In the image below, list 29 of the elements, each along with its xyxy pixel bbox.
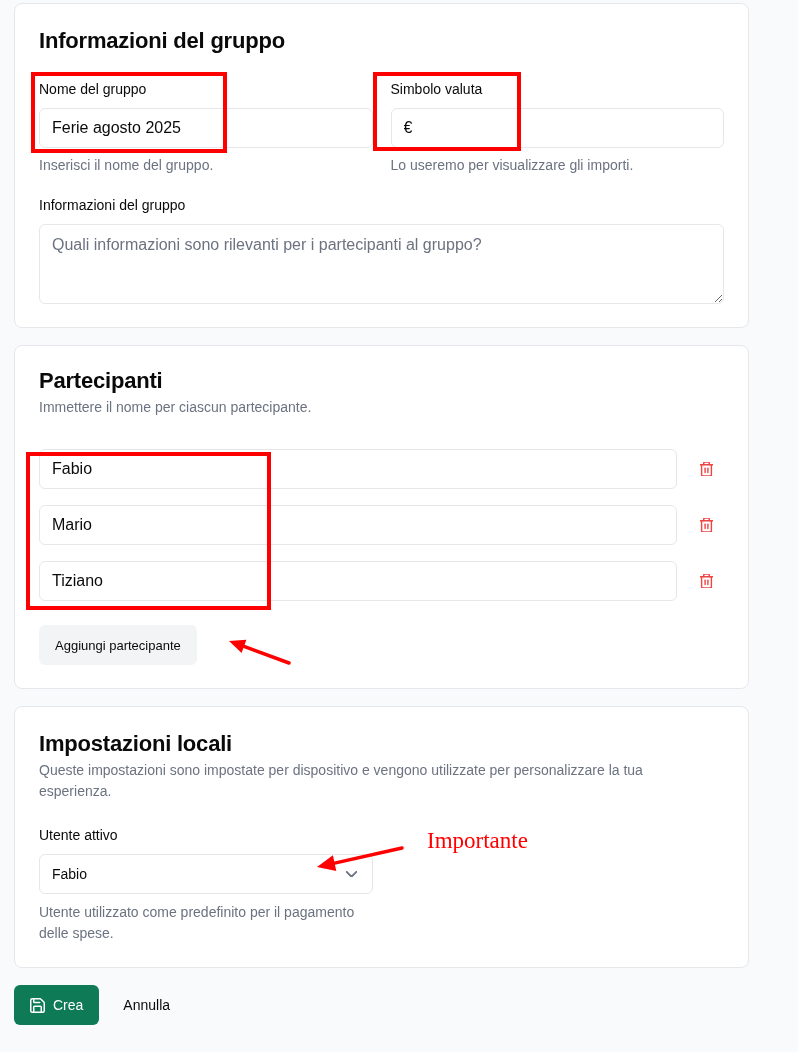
field-label: Informazioni del gruppo xyxy=(39,196,187,215)
create-button[interactable]: Crea xyxy=(14,985,100,1025)
annotation-note: Importante xyxy=(427,827,528,855)
section-description: Immettere il nome per ciascun partecipante. xyxy=(39,398,313,417)
save-icon xyxy=(30,997,45,1013)
field-help-text: Utente utilizzato come predefinito per il pagamento delle spese. xyxy=(39,903,356,943)
participant-name-input[interactable]: Mario xyxy=(39,505,677,545)
add-participant-button[interactable]: Aggiungi partecipante xyxy=(39,625,197,665)
trash-icon xyxy=(700,462,713,476)
field-help-text: Inserisci il nome del gruppo. xyxy=(39,156,215,175)
group-info-textarea[interactable]: Quali informazioni sono rilevanti per i partecipanti al gruppo? xyxy=(39,224,724,304)
section-title: Informazioni del gruppo xyxy=(39,27,286,55)
field-help-text: Lo useremo per visualizzare gli importi. xyxy=(390,156,635,175)
trash-icon xyxy=(700,574,713,588)
active-user-select[interactable]: Fabio xyxy=(39,854,373,894)
group-name-input[interactable]: Ferie agosto 2025 xyxy=(39,108,373,148)
section-description: Queste impostazioni sono impostate per dispositivo e vengono utilizzate per personalizzare la tua esperienza. xyxy=(39,761,644,801)
section-title: Partecipanti xyxy=(39,367,164,395)
chevron-down-icon xyxy=(346,871,357,877)
trash-icon xyxy=(700,518,713,532)
participant-name-input[interactable]: Tiziano xyxy=(39,561,677,601)
field-label: Simbolo valuta xyxy=(390,80,484,99)
field-label: Nome del gruppo xyxy=(39,80,148,99)
field-label: Utente attivo xyxy=(39,826,119,845)
cancel-button[interactable]: Annulla xyxy=(107,985,187,1025)
currency-symbol-input[interactable]: € xyxy=(390,108,724,148)
participant-name-input[interactable]: Fabio xyxy=(39,449,677,489)
section-title: Impostazioni locali xyxy=(39,730,233,758)
annotation-arrow xyxy=(229,639,291,665)
